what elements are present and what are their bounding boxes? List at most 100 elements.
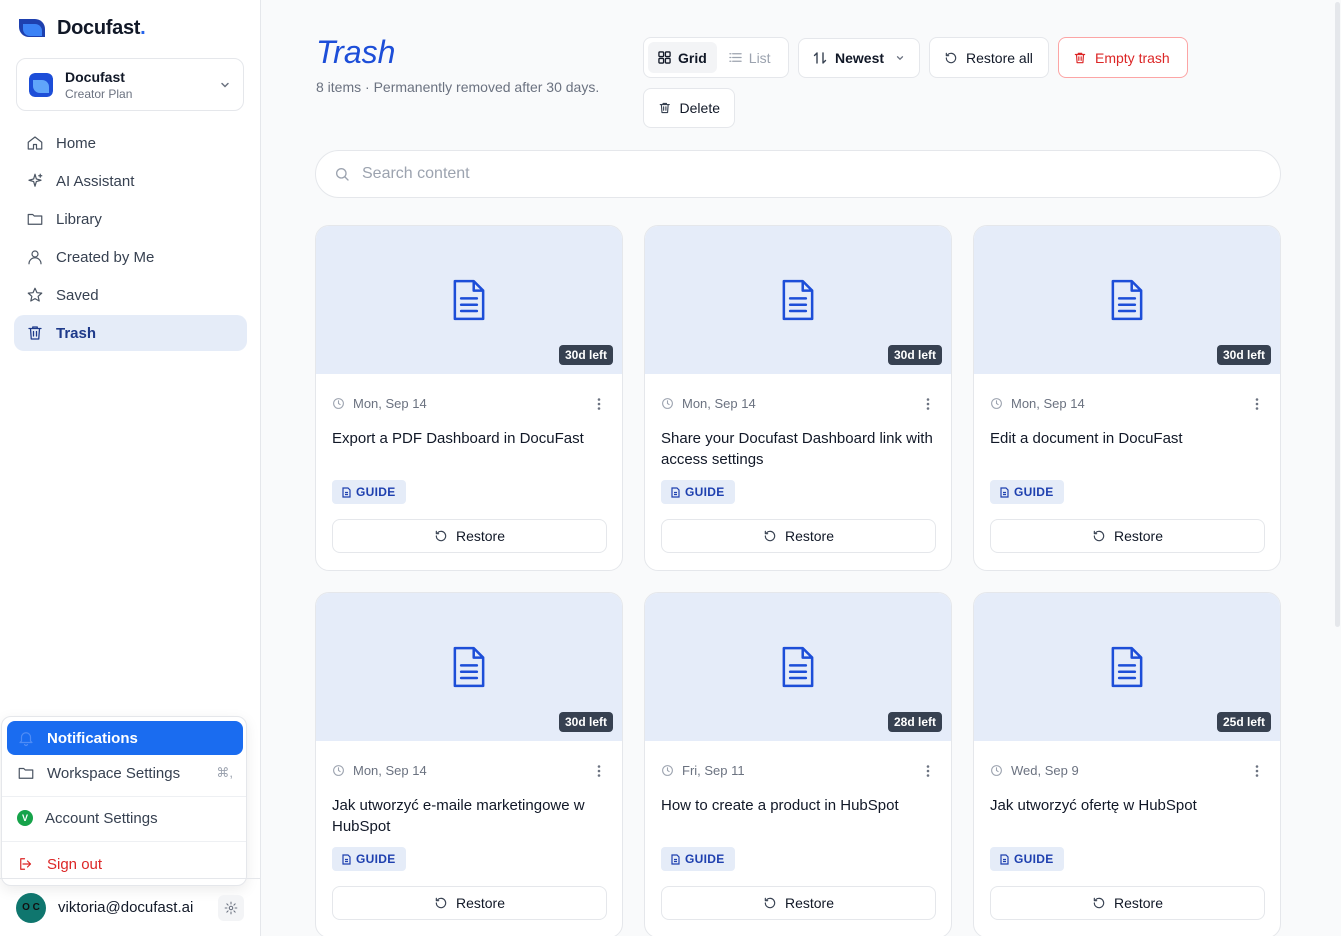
scrollbar[interactable] — [1333, 0, 1341, 630]
content-type-tag: GUIDE — [990, 480, 1064, 504]
more-vertical-icon[interactable] — [592, 764, 606, 778]
restore-button[interactable]: Restore — [990, 519, 1265, 553]
card-date-row: Fri, Sep 11 — [661, 763, 935, 778]
delete-label: Delete — [679, 100, 720, 116]
restore-label: Restore — [455, 528, 506, 544]
nav-label: Created by Me — [56, 248, 155, 266]
more-vertical-icon[interactable] — [921, 764, 935, 778]
folder-icon — [18, 767, 34, 779]
nav-item-library[interactable]: Library — [14, 201, 247, 237]
empty-trash-button[interactable]: Empty trash — [1058, 37, 1188, 78]
main-nav: Home AI Assistant Library Created by Me … — [14, 125, 247, 353]
restore-icon — [1093, 530, 1105, 542]
restore-button[interactable]: Restore — [332, 886, 607, 920]
sign-out-label: Sign out — [47, 855, 103, 873]
page-title: Trash — [316, 34, 396, 70]
more-vertical-icon[interactable] — [1250, 764, 1264, 778]
card-title: Jak utworzyć ofertę w HubSpot — [990, 797, 1197, 814]
nav-item-home[interactable]: Home — [14, 125, 247, 161]
days-left-badge: 28d left — [887, 712, 942, 732]
notifications-label: Notifications — [47, 729, 138, 747]
restore-icon — [945, 52, 957, 63]
nav-item-ai-assistant[interactable]: AI Assistant — [14, 163, 247, 199]
more-vertical-icon[interactable] — [1250, 397, 1264, 411]
document-icon — [453, 279, 485, 321]
view-toggle: Grid List — [643, 37, 789, 78]
clock-icon — [662, 765, 673, 776]
days-left-badge: 30d left — [887, 345, 942, 365]
trash-card-grid: 30d left Mon, Sep 14 Export a PDF Dashbo… — [315, 225, 1281, 936]
avatar: O C — [16, 892, 46, 923]
tag-label: GUIDE — [685, 852, 725, 866]
brand-name: Docufast — [57, 16, 141, 39]
empty-trash-label: Empty trash — [1095, 49, 1170, 66]
restore-all-label: Restore all — [966, 49, 1033, 66]
restore-label: Restore — [1113, 528, 1164, 544]
brand[interactable]: Docufast. — [17, 16, 146, 40]
restore-all-button[interactable]: Restore all — [929, 37, 1049, 78]
grid-view-button[interactable]: Grid — [648, 42, 717, 73]
restore-button[interactable]: Restore — [661, 886, 936, 920]
workspace-switcher[interactable]: Docufast Creator Plan — [16, 58, 244, 111]
card-date: Mon, Sep 14 — [353, 396, 427, 411]
search-input[interactable] — [362, 165, 1262, 183]
docufast-logo-icon — [17, 16, 49, 40]
nav-label: Trash — [56, 324, 97, 342]
document-icon — [782, 646, 814, 688]
clock-icon — [662, 398, 673, 409]
trash-card[interactable]: 25d left Wed, Sep 9 Jak utworzyć ofertę … — [973, 592, 1281, 936]
card-date: Wed, Sep 9 — [1011, 763, 1079, 778]
card-date: Fri, Sep 11 — [682, 763, 745, 778]
more-vertical-icon[interactable] — [921, 397, 935, 411]
document-icon — [1111, 646, 1143, 688]
trash-card[interactable]: 30d left Mon, Sep 14 Export a PDF Dashbo… — [315, 225, 623, 571]
restore-label: Restore — [1113, 895, 1164, 911]
clock-icon — [991, 398, 1002, 409]
list-label: List — [748, 49, 771, 66]
days-left-badge: 25d left — [1216, 712, 1271, 732]
delete-button[interactable]: Delete — [643, 88, 735, 128]
nav-item-trash[interactable]: Trash — [14, 315, 247, 351]
notifications-menu-item[interactable]: Notifications — [7, 721, 243, 755]
workspace-settings-label: Workspace Settings — [47, 764, 181, 782]
workspace-settings-menu-item[interactable]: Workspace Settings ⌘, — [7, 756, 243, 790]
user-row[interactable]: O C viktoria@docufast.ai — [0, 878, 260, 936]
trash-card[interactable]: 30d left Mon, Sep 14 Edit a document in … — [973, 225, 1281, 571]
list-view-button[interactable]: List — [719, 42, 781, 73]
document-small-icon — [1000, 853, 1009, 865]
card-date-row: Mon, Sep 14 — [661, 396, 935, 411]
sort-dropdown[interactable]: Newest — [798, 38, 920, 78]
restore-button[interactable]: Restore — [661, 519, 936, 553]
workspace-name: Docufast — [65, 68, 125, 85]
grid-icon — [658, 51, 671, 64]
days-left-badge: 30d left — [1216, 345, 1271, 365]
trash-card[interactable]: 30d left Mon, Sep 14 Share your Docufast… — [644, 225, 952, 571]
trash-card[interactable]: 30d left Mon, Sep 14 Jak utworzyć e-mail… — [315, 592, 623, 936]
content-type-tag: GUIDE — [990, 847, 1064, 871]
nav-item-saved[interactable]: Saved — [14, 277, 247, 313]
card-title: How to create a product in HubSpot — [661, 797, 899, 814]
card-thumbnail: 30d left — [316, 593, 622, 741]
document-icon — [1111, 279, 1143, 321]
clock-icon — [333, 398, 344, 409]
star-icon — [27, 287, 43, 302]
card-thumbnail: 30d left — [645, 226, 951, 374]
divider — [2, 841, 246, 842]
scrollbar-thumb[interactable] — [1335, 2, 1340, 627]
trash-card[interactable]: 28d left Fri, Sep 11 How to create a pro… — [644, 592, 952, 936]
restore-icon — [1093, 897, 1105, 909]
restore-button[interactable]: Restore — [332, 519, 607, 553]
trash-icon — [28, 326, 42, 340]
sidebar: Docufast. Docufast Creator Plan Home AI … — [0, 0, 261, 936]
card-thumbnail: 30d left — [316, 226, 622, 374]
settings-button[interactable] — [218, 894, 244, 921]
more-vertical-icon[interactable] — [592, 397, 606, 411]
account-settings-label: Account Settings — [45, 809, 158, 827]
account-settings-menu-item[interactable]: V Account Settings — [7, 801, 243, 835]
restore-button[interactable]: Restore — [990, 886, 1265, 920]
tag-label: GUIDE — [1014, 485, 1054, 499]
nav-item-created-by-me[interactable]: Created by Me — [14, 239, 247, 275]
sign-out-menu-item[interactable]: Sign out — [7, 847, 243, 881]
document-small-icon — [342, 853, 351, 865]
restore-icon — [435, 530, 447, 542]
